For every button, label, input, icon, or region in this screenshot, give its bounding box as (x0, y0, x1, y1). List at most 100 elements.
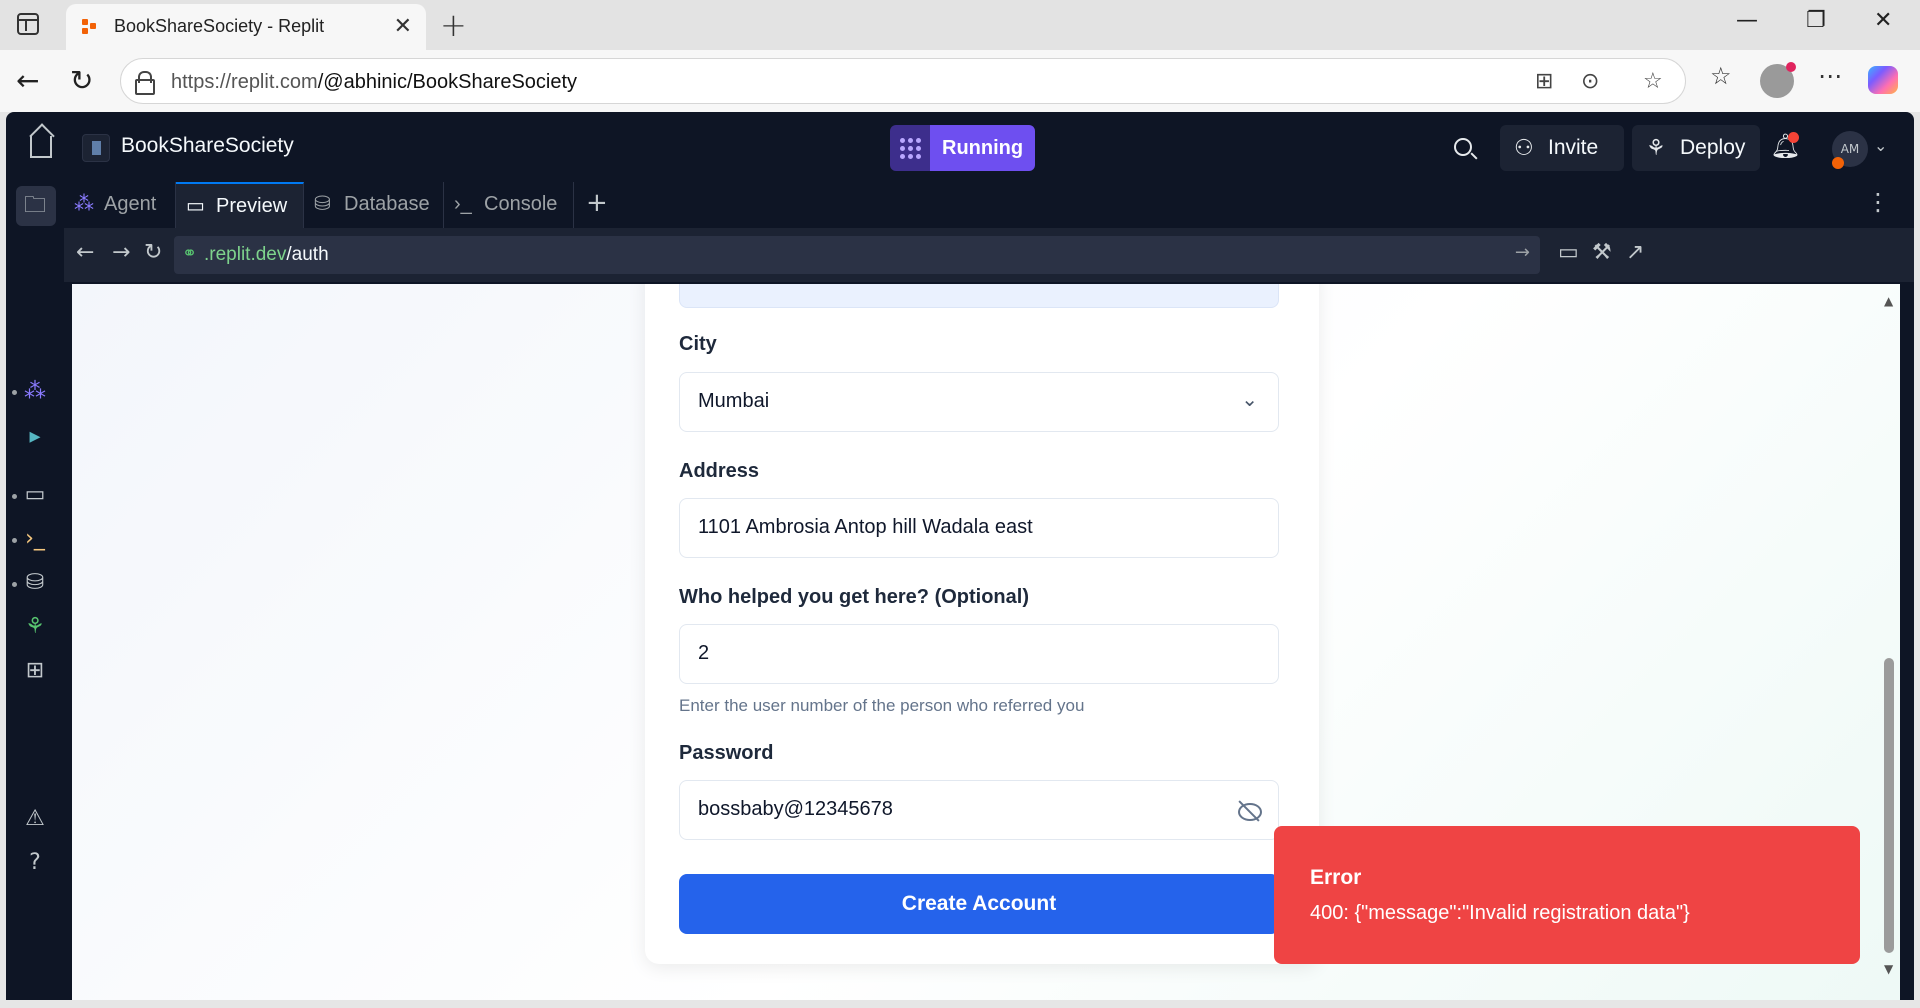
invite-label: Invite (1548, 136, 1599, 159)
phone-value: 6455724037 (698, 284, 809, 289)
monitor-icon: ▭ (186, 195, 205, 217)
avatar-status-badge (1832, 157, 1844, 169)
workspace-header: BookShareSociety Running ⚇ Invite ⚘ Depl… (6, 112, 1914, 182)
home-icon[interactable] (30, 136, 52, 158)
new-tab-icon[interactable]: + (440, 6, 467, 44)
agent-icon: ⁂ (74, 193, 94, 215)
close-tab-icon[interactable]: ✕ (394, 14, 412, 39)
more-options-icon[interactable]: ⋮ (1866, 188, 1890, 216)
rail-indicator-dot (12, 494, 17, 499)
scrollbar-thumb[interactable] (1884, 658, 1894, 953)
run-control[interactable]: Running (890, 125, 1036, 171)
alerts-icon[interactable]: ⚠︎ (20, 804, 50, 834)
error-toast[interactable]: Error 400: {"message":"Invalid registrat… (1274, 826, 1860, 964)
hide-password-icon[interactable] (1236, 798, 1262, 824)
password-value: bossbaby@12345678 (698, 798, 893, 820)
open-new-tab-icon[interactable]: ↗ (1626, 240, 1644, 265)
deploy-button[interactable]: ⚘ Deploy (1632, 125, 1760, 171)
site-info-icon[interactable] (135, 71, 155, 95)
tab-agent[interactable]: ⁂ Agent (64, 182, 176, 228)
files-icon[interactable]: 🗀︎ (20, 191, 50, 221)
search-icon[interactable] (1454, 138, 1472, 156)
phone-field[interactable]: 6455724037 (679, 284, 1279, 308)
left-sidebar-rail: 🗀︎ ⁂ ▸ ▭ ›_ ⛁ ⚘ ⊞ ⚠︎ ? (6, 182, 64, 1000)
browser-titlebar: BookShareSociety - Replit ✕ + — ❐ ✕ (0, 0, 1920, 50)
tab-label: Agent (104, 193, 157, 215)
agent-run-icon[interactable] (890, 125, 930, 171)
help-icon[interactable]: ? (20, 848, 50, 878)
preview-back-icon[interactable]: ← (76, 240, 94, 265)
preview-url-text: .replit.dev/auth (204, 244, 329, 265)
deploy-label: Deploy (1680, 136, 1746, 159)
close-window-icon[interactable]: ✕ (1874, 8, 1892, 33)
restore-icon[interactable]: ❐ (1806, 8, 1826, 33)
city-value: Mumbai (698, 390, 770, 412)
tab-console[interactable]: ›_ Console (444, 182, 574, 228)
toast-message: 400: {"message":"Invalid registration da… (1310, 902, 1690, 924)
referrer-help-text: Enter the user number of the person who … (679, 696, 1085, 715)
favorite-star-icon[interactable]: ☆ (1643, 69, 1663, 94)
settings-more-icon[interactable]: ⋯ (1818, 62, 1842, 90)
add-user-icon: ⚇ (1514, 135, 1534, 160)
add-tab-icon[interactable]: + (586, 188, 608, 218)
password-field[interactable]: bossbaby@12345678 (679, 780, 1279, 840)
preview-monitor-icon[interactable]: ▭ (20, 480, 50, 510)
profile-avatar[interactable] (1760, 62, 1796, 98)
scroll-down-icon[interactable]: ▼ (1884, 962, 1893, 976)
tab-title: BookShareSociety - Replit (114, 16, 325, 36)
go-arrow-icon[interactable]: → (1515, 242, 1530, 263)
back-icon[interactable]: ← (16, 64, 39, 97)
repl-icon (82, 134, 110, 162)
console-icon[interactable]: ›_ (20, 524, 50, 554)
scroll-up-icon[interactable]: ▲ (1884, 294, 1893, 308)
assistant-icon[interactable]: ▸ (20, 422, 50, 452)
toast-title: Error (1310, 866, 1362, 889)
tab-actions-icon[interactable] (17, 13, 39, 35)
more-options-icon[interactable]: ⊙ (1581, 69, 1599, 94)
referrer-field[interactable]: 2 (679, 624, 1279, 684)
address-label: Address (679, 460, 760, 482)
address-value: 1101 Ambrosia Antop hill Wadala east (698, 516, 1033, 538)
browser-tab[interactable]: BookShareSociety - Replit ✕ (66, 4, 426, 50)
referrer-label: Who helped you get here? (Optional) (679, 586, 1029, 608)
city-select[interactable]: Mumbai ⌄ (679, 372, 1279, 432)
database-icon: ⛁ (314, 193, 331, 215)
copilot-icon[interactable] (1868, 66, 1898, 94)
tab-label: Preview (216, 195, 288, 217)
devtools-wrench-icon[interactable]: ⚒︎ (1592, 240, 1612, 265)
tab-label: Console (484, 193, 558, 215)
tab-database[interactable]: ⛁ Database (304, 182, 444, 228)
tab-preview[interactable]: ▭ Preview (176, 182, 304, 228)
preview-reload-icon[interactable]: ↻ (144, 240, 162, 265)
favorites-icon[interactable]: ☆ (1710, 62, 1732, 90)
database-icon[interactable]: ⛁ (20, 568, 50, 598)
minimize-icon[interactable]: — (1736, 8, 1758, 33)
link-icon: ⚭ (182, 243, 198, 264)
create-account-button[interactable]: Create Account (679, 874, 1279, 934)
registration-form-card: 6455724037 City Mumbai ⌄ Address 1101 Am… (645, 284, 1319, 964)
agent-icon[interactable]: ⁂ (20, 377, 50, 407)
preview-url-input[interactable]: ⚭ .replit.dev/auth → (174, 236, 1540, 274)
chevron-down-icon: ⌄ (1241, 387, 1258, 411)
chevron-down-icon[interactable]: ⌄ (1874, 136, 1887, 155)
invite-button[interactable]: ⚇ Invite (1500, 125, 1624, 171)
address-field[interactable]: 1101 Ambrosia Antop hill Wadala east (679, 498, 1279, 558)
tab-label: Database (344, 193, 430, 215)
address-bar[interactable]: https://replit.com/@abhinic/BookShareSoc… (120, 58, 1686, 104)
running-button[interactable]: Running (930, 125, 1036, 171)
app-available-icon[interactable]: ⊞ (1535, 69, 1553, 94)
deploy-icon: ⚘ (1646, 135, 1666, 160)
all-tools-icon[interactable]: ⊞ (20, 656, 50, 686)
rail-indicator-dot (12, 582, 17, 587)
rail-indicator-dot (12, 390, 17, 395)
deployments-icon[interactable]: ⚘ (20, 612, 50, 642)
device-preview-icon[interactable]: ▭ (1558, 240, 1579, 265)
terminal-icon: ›_ (454, 193, 472, 215)
pane-tabs: ⁂ Agent ▭ Preview ⛁ Database ›_ Console … (64, 182, 1914, 228)
preview-forward-icon[interactable]: → (112, 240, 130, 265)
url-text: https://replit.com/@abhinic/BookShareSoc… (171, 71, 578, 93)
repl-name[interactable]: BookShareSociety (121, 134, 294, 158)
preview-toolbar: ← → ↻ ⚭ .replit.dev/auth → ▭ ⚒︎ ↗ (64, 228, 1914, 282)
refresh-icon[interactable]: ↻ (70, 64, 93, 97)
password-label: Password (679, 742, 774, 764)
